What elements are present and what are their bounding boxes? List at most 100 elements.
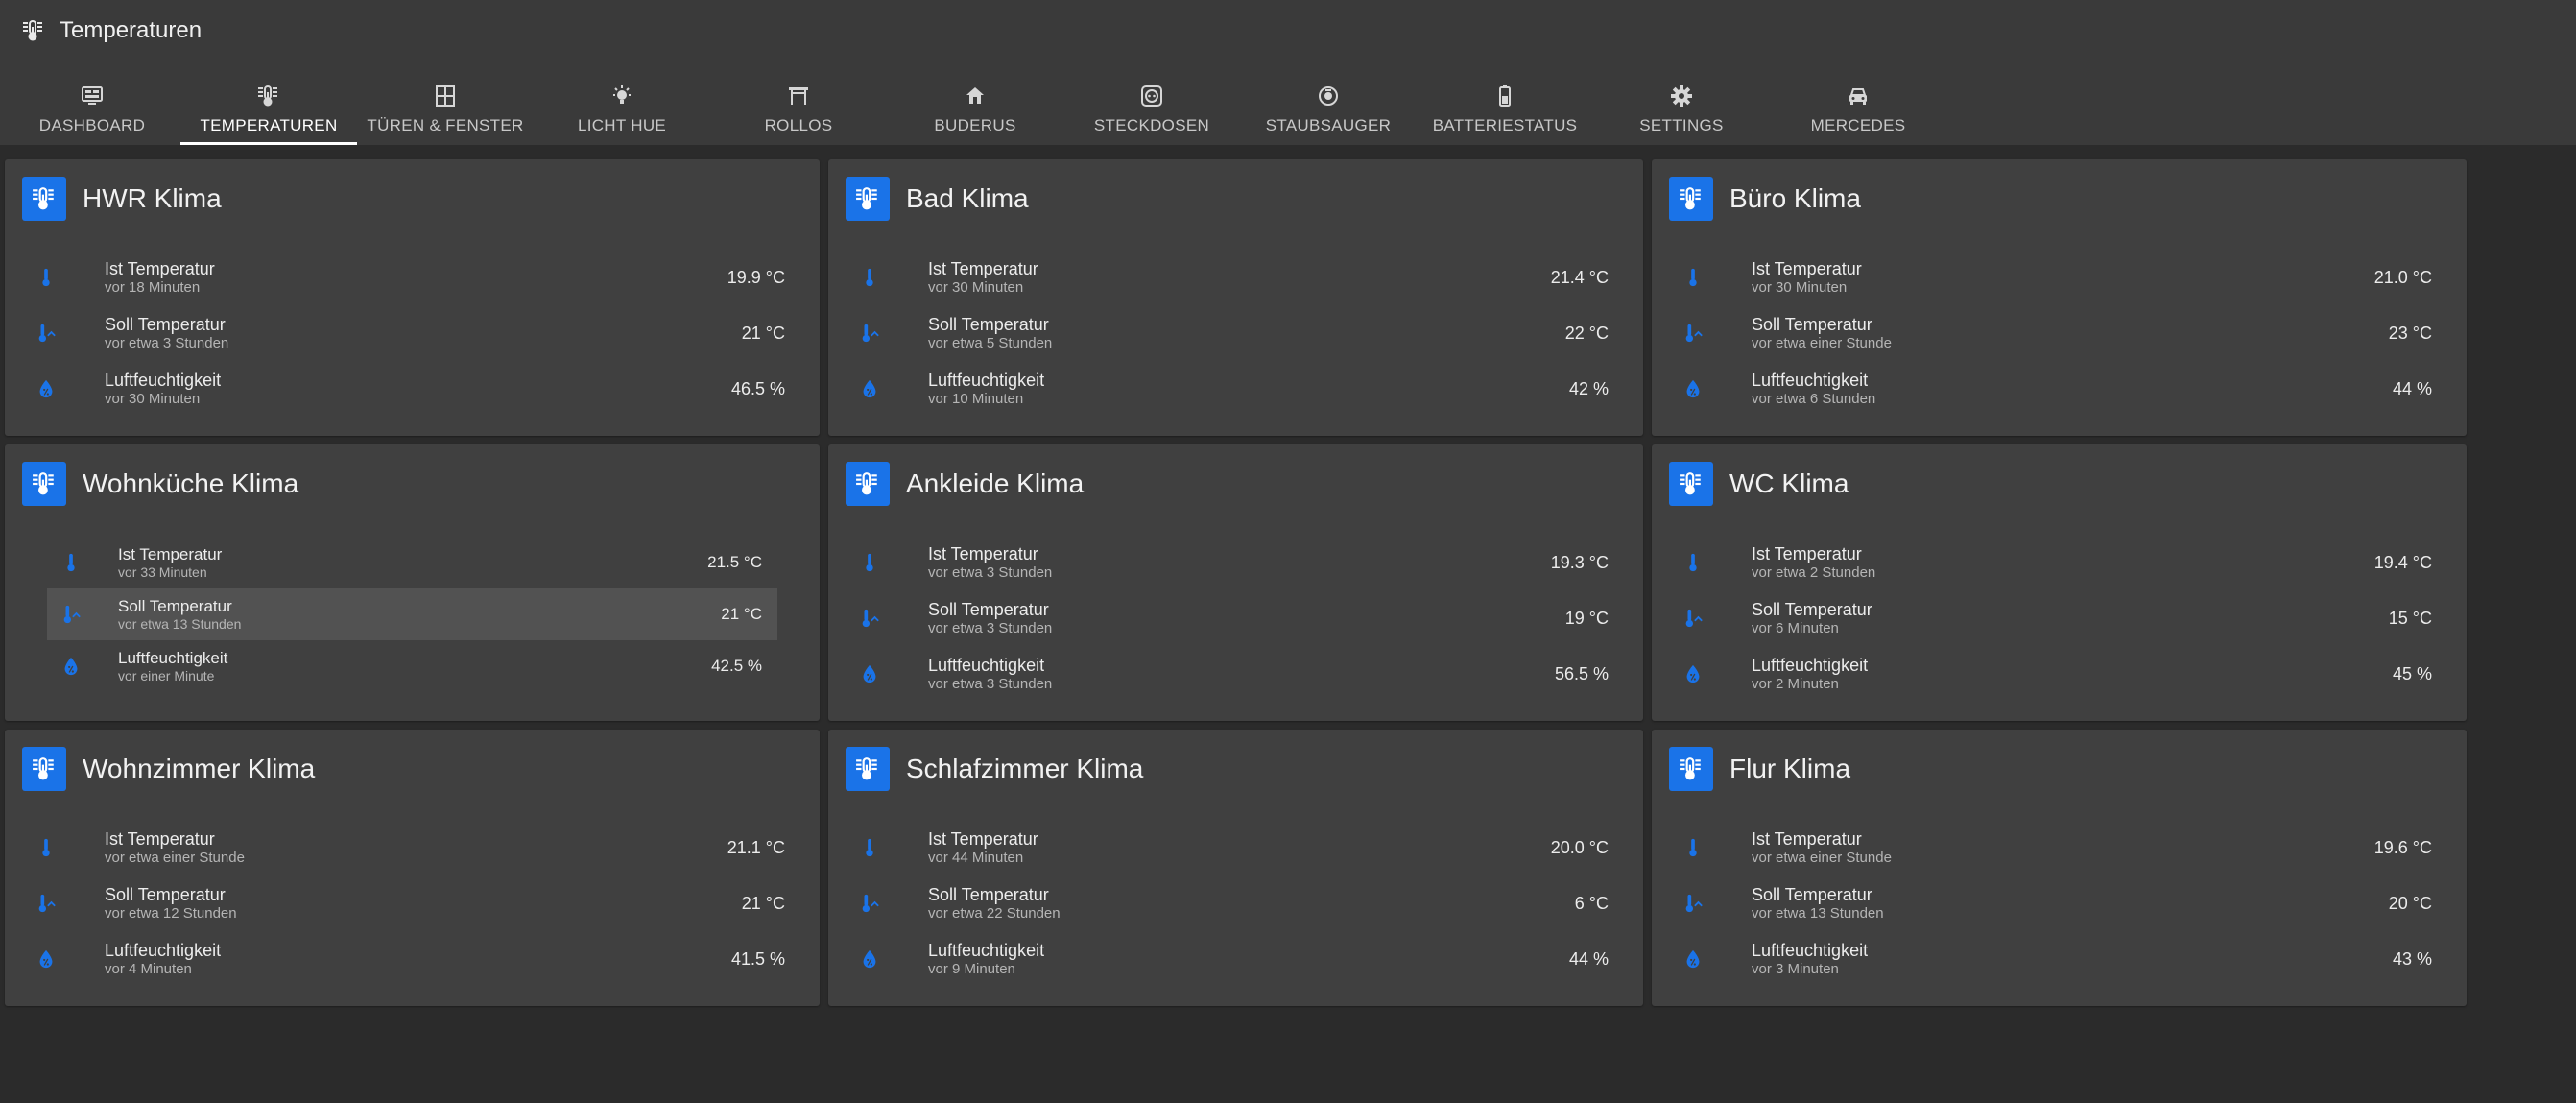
entity-row[interactable]: Ist Temperatur vor etwa 2 Stunden 19.4 °C — [1669, 535, 2432, 590]
tab-mercedes[interactable]: MERCEDES — [1770, 75, 1946, 145]
entity-row[interactable]: Ist Temperatur vor 30 Minuten 21.4 °C — [846, 250, 1609, 305]
entity-row[interactable]: Soll Temperatur vor etwa einer Stunde 23 °… — [1669, 305, 2432, 361]
entity-row[interactable]: Soll Temperatur vor 6 Minuten 15 °C — [1669, 590, 2432, 646]
entity-row[interactable]: Luftfeuchtigkeit vor 10 Minuten 42 % — [846, 361, 1609, 417]
entity-row[interactable]: Ist Temperatur vor 33 Minuten 21.5 °C — [47, 537, 777, 588]
entity-value: 20.0 °C — [1550, 837, 1609, 857]
entity-value: 19.9 °C — [727, 267, 785, 287]
card-title: Flur Klima — [1729, 754, 1851, 783]
tab-temperaturen[interactable]: TEMPERATUREN — [180, 75, 357, 145]
entity-row[interactable]: Luftfeuchtigkeit vor etwa 6 Stunden 44 % — [1669, 361, 2432, 417]
thermometer-lines-icon — [23, 19, 44, 42]
entity-text: Luftfeuchtigkeit vor einer Minute — [118, 649, 711, 684]
power-socket-icon — [1140, 84, 1163, 108]
entity-text: Ist Temperatur vor 33 Minuten — [118, 545, 707, 581]
entity-text: Soll Temperatur vor etwa 13 Stunden — [1752, 885, 2389, 923]
tab-buderus[interactable]: BUDERUS — [887, 75, 1063, 145]
tab-label: TÜREN & FENSTER — [367, 116, 524, 134]
entity-list: Ist Temperatur vor 30 Minuten 21.4 °C Soll … — [846, 250, 1609, 417]
tab-batteriestatus[interactable]: BATTERIESTATUS — [1417, 75, 1593, 145]
water-percent-icon — [22, 378, 70, 399]
blinds-icon — [787, 84, 810, 108]
entity-row[interactable]: Luftfeuchtigkeit vor 30 Minuten 46.5 % — [22, 361, 785, 417]
robot-vacuum-icon — [1317, 84, 1340, 108]
entity-text: Luftfeuchtigkeit vor 10 Minuten — [928, 371, 1569, 408]
entity-row[interactable]: Ist Temperatur vor 44 Minuten 20.0 °C — [846, 820, 1609, 875]
entity-text: Luftfeuchtigkeit vor etwa 3 Stunden — [928, 656, 1555, 693]
entity-row[interactable]: Luftfeuchtigkeit vor 3 Minuten 43 % — [1669, 931, 2432, 987]
last-changed: vor etwa 6 Stunden — [1752, 390, 1876, 407]
tab-licht-hue[interactable]: LICHT HUE — [534, 75, 710, 145]
card-header: HWR Klima — [22, 177, 222, 221]
entity-text: Soll Temperatur vor etwa 22 Stunden — [928, 885, 1575, 923]
last-changed: vor 44 Minuten — [928, 849, 1024, 866]
card-title: WC Klima — [1729, 468, 1849, 498]
entity-name: Ist Temperatur — [105, 258, 215, 278]
entity-list: Ist Temperatur vor etwa einer Stunde 19.6 … — [1669, 820, 2432, 987]
last-changed: vor etwa 12 Stunden — [105, 904, 237, 922]
climate-card: Bad Klima Ist Temperatur vor 30 Minuten 21.… — [828, 159, 1643, 436]
entity-text: Soll Temperatur vor etwa 5 Stunden — [928, 315, 1565, 352]
last-changed: vor etwa einer Stunde — [1752, 849, 1892, 866]
tab-steckdosen[interactable]: STECKDOSEN — [1063, 75, 1240, 145]
entity-text: Soll Temperatur vor etwa 3 Stunden — [105, 315, 742, 352]
tab-dashboard[interactable]: DASHBOARD — [4, 75, 180, 145]
climate-card: Wohnzimmer Klima Ist Temperatur vor etwa e… — [5, 730, 820, 1006]
last-changed: vor etwa 3 Stunden — [928, 563, 1053, 581]
last-changed: vor 9 Minuten — [928, 960, 1015, 977]
entity-row[interactable]: Ist Temperatur vor etwa einer Stunde 21.1 … — [22, 820, 785, 875]
entity-list: Ist Temperatur vor etwa 3 Stunden 19.3 °C S… — [846, 535, 1609, 702]
entity-row[interactable]: Luftfeuchtigkeit vor einer Minute 42.5 % — [47, 640, 777, 692]
entity-row[interactable]: Soll Temperatur vor etwa 3 Stunden 21 °C — [22, 305, 785, 361]
thermometer-chevron-up-icon — [47, 604, 95, 625]
tab-label: BUDERUS — [934, 116, 1016, 134]
entity-row[interactable]: Soll Temperatur vor etwa 12 Stunden 21 °C — [22, 875, 785, 931]
tab-settings[interactable]: SETTINGS — [1593, 75, 1770, 145]
entity-row[interactable]: Soll Temperatur vor etwa 13 Stunden 21 °C — [47, 588, 777, 640]
entity-row[interactable]: Soll Temperatur vor etwa 13 Stunden 20 °C — [1669, 875, 2432, 931]
entity-text: Luftfeuchtigkeit vor 4 Minuten — [105, 941, 731, 978]
entity-row[interactable]: Soll Temperatur vor etwa 5 Stunden 22 °C — [846, 305, 1609, 361]
entity-row[interactable]: Ist Temperatur vor 18 Minuten 19.9 °C — [22, 250, 785, 305]
entity-value: 15 °C — [2388, 608, 2432, 628]
thermometer-icon — [846, 552, 894, 573]
entity-value: 21.5 °C — [707, 553, 762, 571]
last-changed: vor etwa 5 Stunden — [928, 334, 1053, 351]
entity-text: Soll Temperatur vor etwa 12 Stunden — [105, 885, 742, 923]
thermometer-icon — [846, 267, 894, 288]
last-changed: vor 18 Minuten — [105, 278, 201, 296]
water-percent-icon — [47, 656, 95, 677]
tab-türen-fenster[interactable]: TÜREN & FENSTER — [357, 75, 534, 145]
entity-row[interactable]: Soll Temperatur vor etwa 3 Stunden 19 °C — [846, 590, 1609, 646]
entity-row[interactable]: Ist Temperatur vor etwa einer Stunde 19.6 … — [1669, 820, 2432, 875]
entity-name: Luftfeuchtigkeit — [1752, 940, 1869, 960]
last-changed: vor 30 Minuten — [105, 390, 201, 407]
entity-row[interactable]: Luftfeuchtigkeit vor etwa 3 Stunden 56.5 % — [846, 646, 1609, 702]
entity-value: 43 % — [2392, 948, 2432, 969]
climate-card: WC Klima Ist Temperatur vor etwa 2 Stunden… — [1652, 444, 2467, 721]
entity-row[interactable]: Luftfeuchtigkeit vor 9 Minuten 44 % — [846, 931, 1609, 987]
tab-rollos[interactable]: ROLLOS — [710, 75, 887, 145]
entity-text: Luftfeuchtigkeit vor 3 Minuten — [1752, 941, 2393, 978]
entity-text: Soll Temperatur vor 6 Minuten — [1752, 600, 2389, 637]
entity-row[interactable]: Soll Temperatur vor etwa 22 Stunden 6 °C — [846, 875, 1609, 931]
entity-text: Ist Temperatur vor etwa einer Stunde — [1752, 829, 2374, 867]
entity-name: Soll Temperatur — [1752, 884, 1872, 904]
tab-label: ROLLOS — [764, 116, 833, 134]
entity-row[interactable]: Ist Temperatur vor etwa 3 Stunden 19.3 °C — [846, 535, 1609, 590]
entity-row[interactable]: Ist Temperatur vor 30 Minuten 21.0 °C — [1669, 250, 2432, 305]
entity-name: Luftfeuchtigkeit — [105, 940, 222, 960]
water-percent-icon — [1669, 948, 1717, 970]
entity-row[interactable]: Luftfeuchtigkeit vor 2 Minuten 45 % — [1669, 646, 2432, 702]
last-changed: vor etwa 3 Stunden — [105, 334, 229, 351]
card-title: Büro Klima — [1729, 183, 1861, 213]
thermometer-lines-icon — [846, 177, 890, 221]
thermometer-lines-icon — [22, 747, 66, 791]
tab-staubsauger[interactable]: STAUBSAUGER — [1240, 75, 1417, 145]
last-changed: vor 33 Minuten — [118, 563, 207, 580]
last-changed: vor 2 Minuten — [1752, 675, 1839, 692]
entity-row[interactable]: Luftfeuchtigkeit vor 4 Minuten 41.5 % — [22, 931, 785, 987]
tab-label: STAUBSAUGER — [1265, 116, 1392, 134]
entity-list: Ist Temperatur vor etwa 2 Stunden 19.4 °C S… — [1669, 535, 2432, 702]
thermometer-lines-icon — [22, 177, 66, 221]
